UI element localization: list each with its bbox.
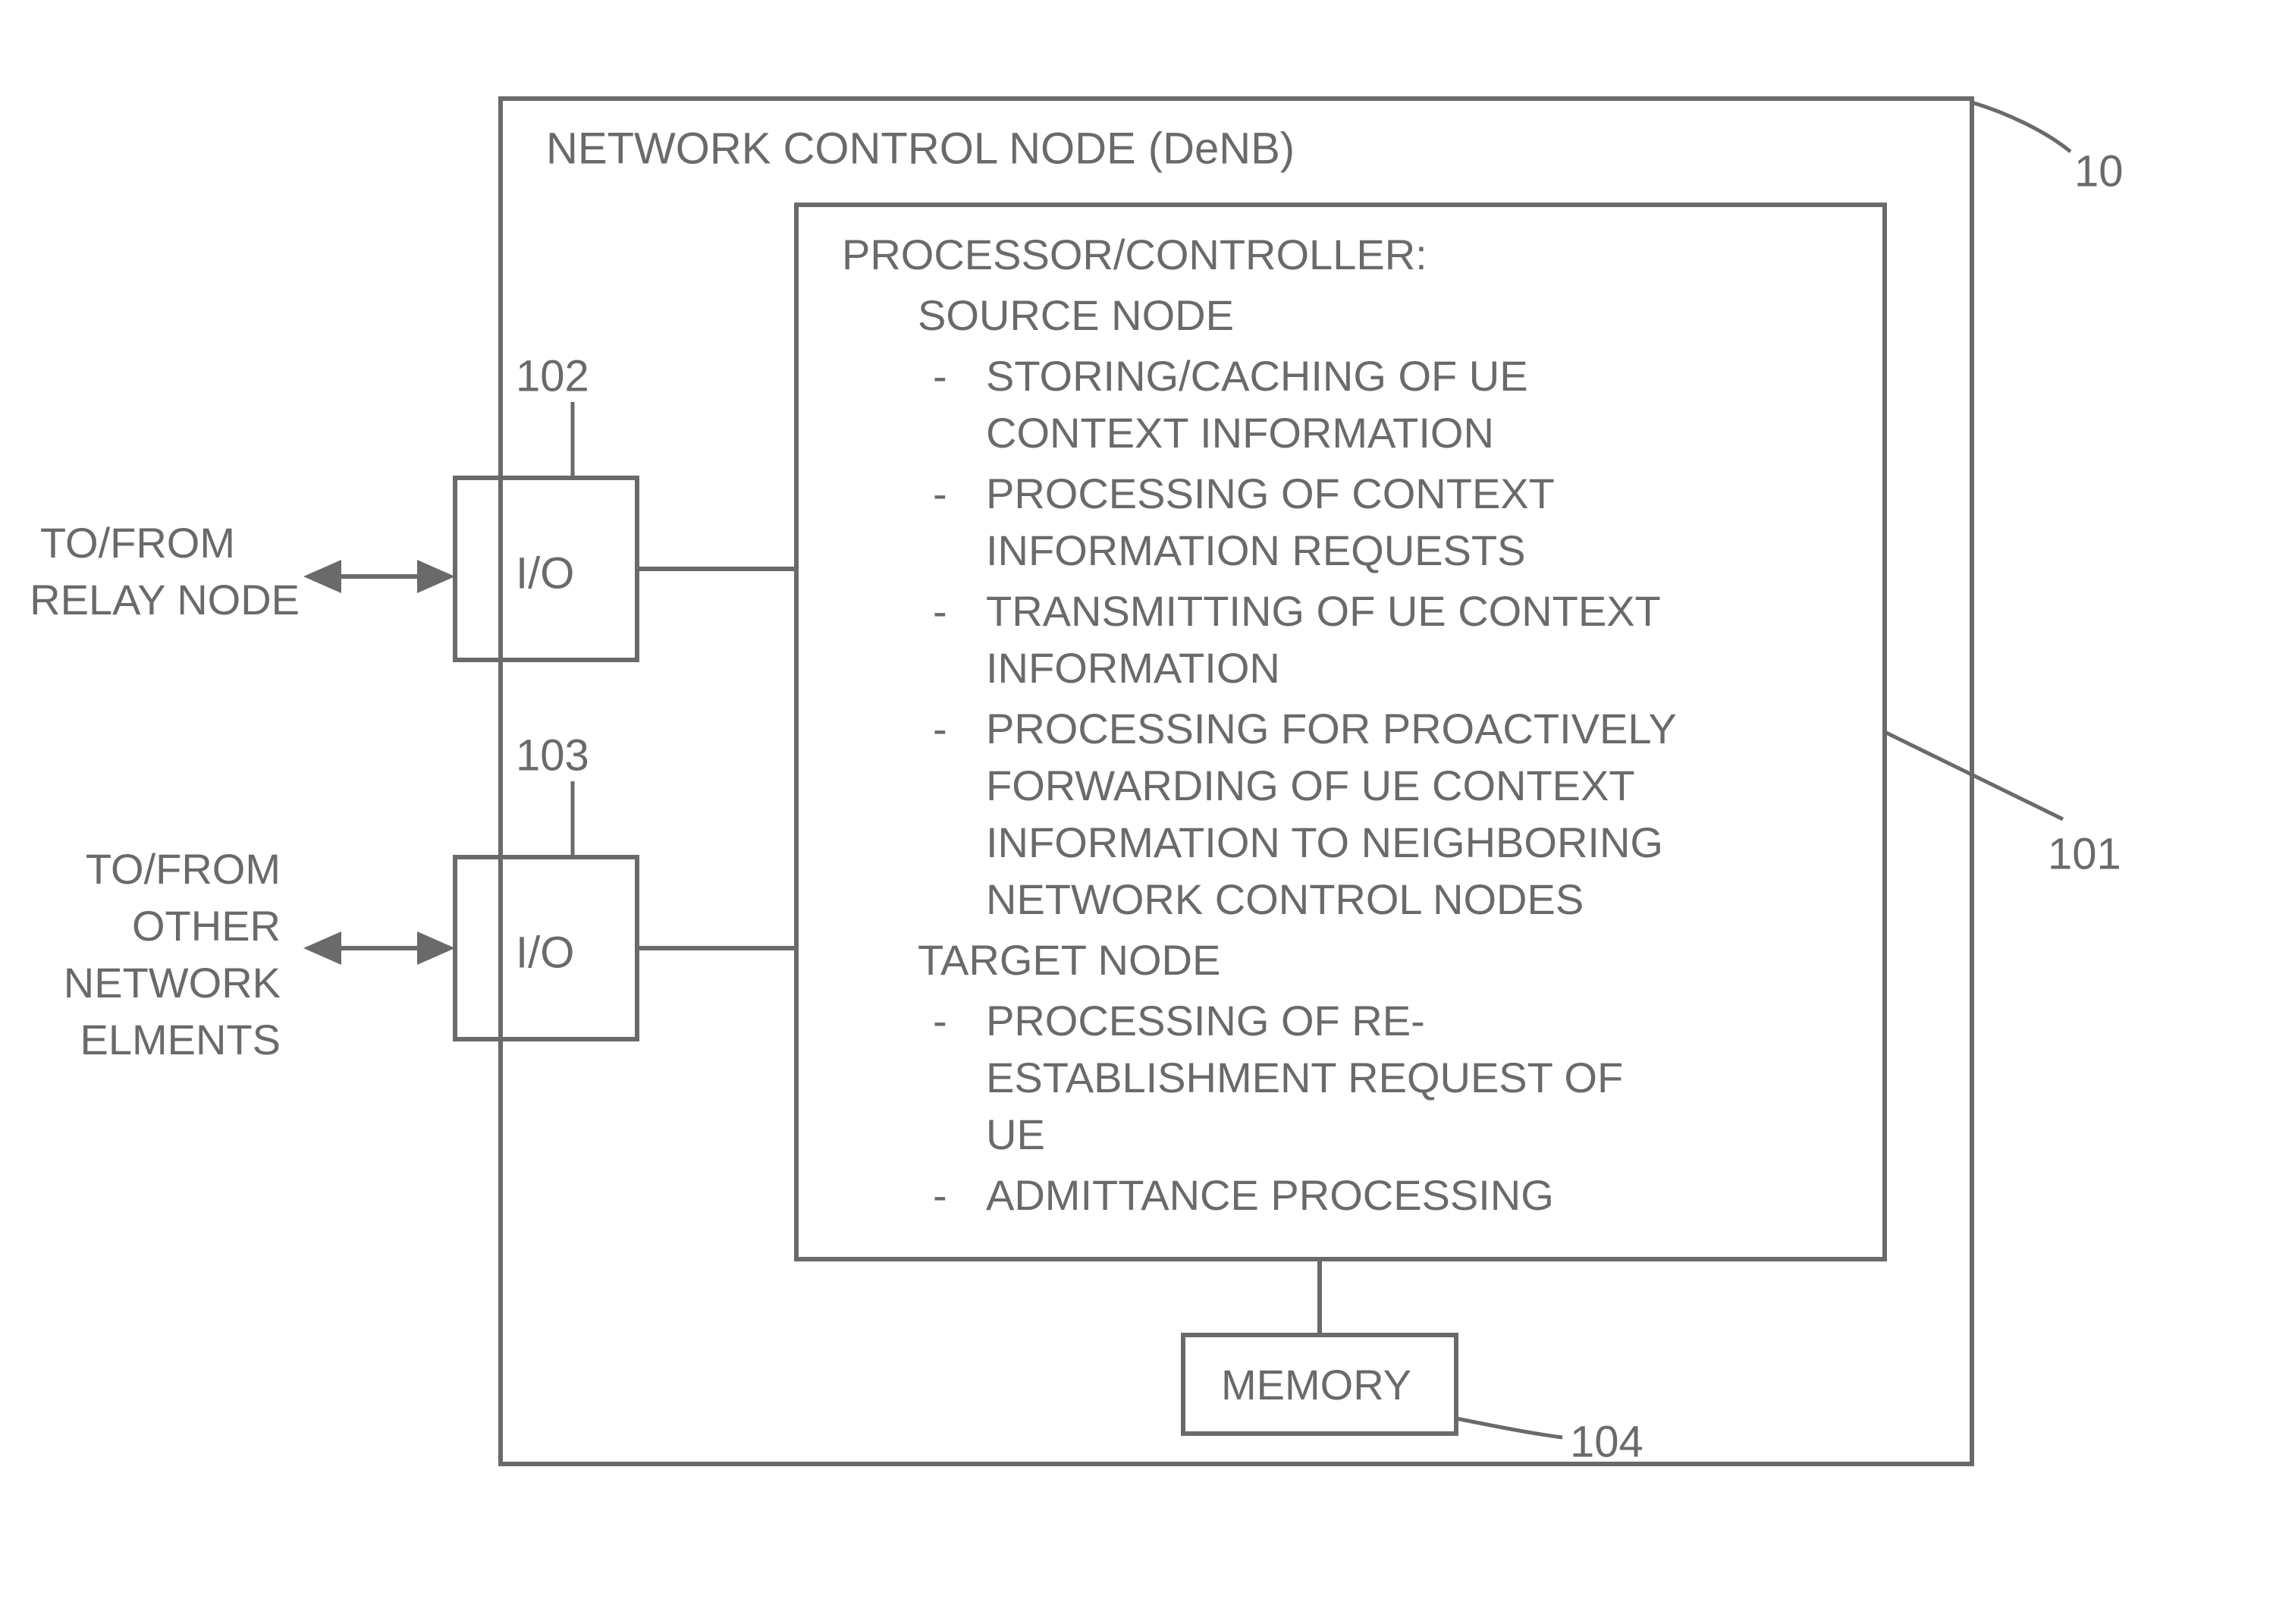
- bullet5-line2: ESTABLISHMENT REQUEST OF: [986, 1054, 1623, 1101]
- ref-10-leader: [1972, 102, 2071, 152]
- bullet-dash: -: [933, 470, 947, 517]
- ext1-l1: TO/FROM: [40, 519, 235, 567]
- double-arrow-relay: [303, 560, 455, 593]
- io-103-text: I/O: [516, 928, 574, 977]
- bullet-dash: -: [933, 352, 947, 400]
- bullet3-line2: INFORMATION: [986, 644, 1280, 692]
- external-label-relay: TO/FROM RELAY NODE: [30, 519, 300, 624]
- bullet5-line1: PROCESSING OF RE-: [986, 997, 1425, 1044]
- bullet-dash: -: [933, 997, 947, 1044]
- bullet1-line1: STORING/CACHING OF UE: [986, 352, 1528, 400]
- bullet6-line1: ADMITTANCE PROCESSING: [986, 1171, 1554, 1219]
- ref-102-label: 102: [516, 351, 589, 401]
- ext2-l3: NETWORK: [64, 959, 281, 1007]
- external-label-other: TO/FROM OTHER NETWORK ELMENTS: [64, 845, 281, 1063]
- io-102-text: I/O: [516, 548, 574, 598]
- bullet-dash: -: [933, 1171, 947, 1219]
- network-control-node-title: NETWORK CONTROL NODE (DeNB): [546, 124, 1295, 173]
- source-node-heading: SOURCE NODE: [918, 291, 1234, 339]
- bullet4-line3: INFORMATION TO NEIGHBORING: [986, 818, 1663, 866]
- processor-text: PROCESSOR/CONTROLLER: SOURCE NODE - STOR…: [842, 231, 1677, 1219]
- double-arrow-other: [303, 931, 455, 965]
- bullet4-line1: PROCESSING FOR PROACTIVELY: [986, 705, 1677, 752]
- ext2-l4: ELMENTS: [80, 1016, 281, 1063]
- ext2-l2: OTHER: [132, 902, 281, 950]
- bullet4-line2: FORWARDING OF UE CONTEXT: [986, 762, 1635, 809]
- diagram-canvas: NETWORK CONTROL NODE (DeNB) 10 PROCESSOR…: [0, 0, 2273, 1624]
- bullet1-line2: CONTEXT INFORMATION: [986, 409, 1494, 457]
- target-node-heading: TARGET NODE: [918, 936, 1220, 984]
- ref-104-leader: [1456, 1418, 1562, 1437]
- ext2-l1: TO/FROM: [86, 845, 281, 893]
- ext1-l2: RELAY NODE: [30, 576, 300, 624]
- bullet2-line2: INFORMATION REQUESTS: [986, 526, 1525, 574]
- ref-103-label: 103: [516, 730, 589, 780]
- memory-label: MEMORY: [1221, 1361, 1411, 1409]
- bullet3-line1: TRANSMITTING OF UE CONTEXT: [986, 587, 1661, 635]
- bullet-dash: -: [933, 587, 947, 635]
- ref-10-label: 10: [2074, 146, 2124, 196]
- processor-title: PROCESSOR/CONTROLLER:: [842, 231, 1427, 278]
- ref-101-label: 101: [2048, 829, 2121, 878]
- bullet2-line1: PROCESSING OF CONTEXT: [986, 470, 1555, 517]
- bullet-dash: -: [933, 705, 947, 752]
- bullet5-line3: UE: [986, 1110, 1045, 1158]
- ref-104-label: 104: [1570, 1417, 1644, 1466]
- bullet4-line4: NETWORK CONTROL NODES: [986, 875, 1584, 923]
